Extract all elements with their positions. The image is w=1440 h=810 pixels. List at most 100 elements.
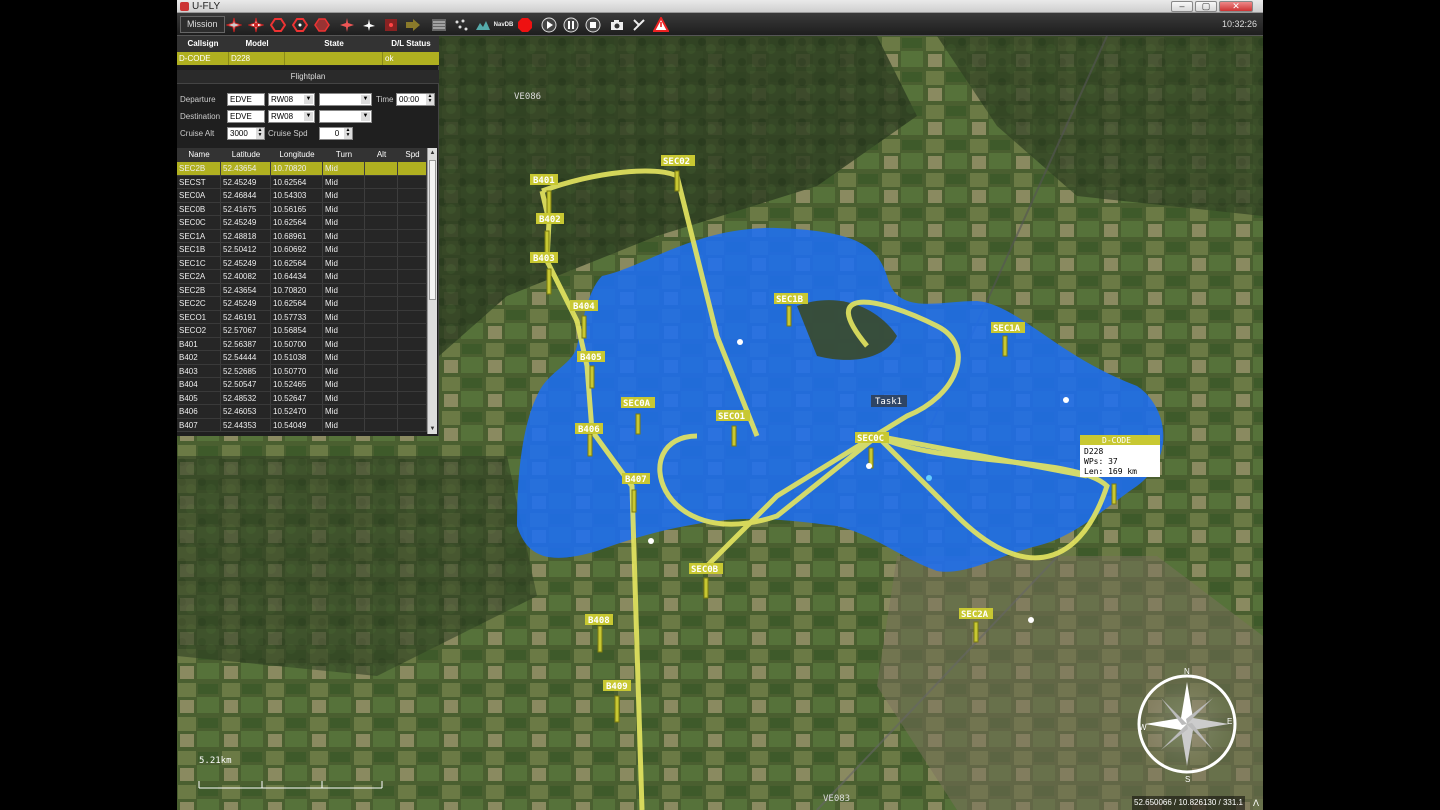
table-row[interactable]: SEC0C 52.45249 10.62564 Mid [177,216,427,230]
departure-runway-select[interactable]: RW08 ▼ [268,93,315,106]
wp-label-B404[interactable]: B404 [570,300,598,312]
tools-icon[interactable] [629,16,648,34]
col-state[interactable]: State [285,36,383,52]
table-row[interactable]: B402 52.54444 10.51038 Mid [177,351,427,365]
departure-extra-select[interactable]: ▼ [319,93,372,106]
table-cell: Mid [323,405,365,418]
col-model[interactable]: Model [229,36,285,52]
orbit-icon[interactable] [290,16,309,34]
time-input[interactable]: 00:00 ▲ ▼ [396,93,435,106]
wp-label-B401[interactable]: B401 [530,174,558,186]
scroll-down-icon[interactable]: ▼ [428,424,437,434]
table-row[interactable]: B404 52.50547 10.52465 Mid [177,378,427,392]
col-alt[interactable]: Alt [365,148,398,162]
wp-label-SEC0C[interactable]: SEC0C [855,432,889,444]
navdb-button[interactable]: NavDB [494,16,514,34]
cruise-spd-input[interactable]: 0 ▲ ▼ [319,127,353,140]
table-row[interactable]: SEC0B 52.41675 10.56165 Mid [177,202,427,216]
pattern-icon[interactable] [312,16,331,34]
table-row[interactable]: B407 52.44353 10.54049 Mid [177,418,427,432]
table-cell [365,283,398,296]
table-cell [398,216,427,229]
aircraft-red-icon[interactable] [337,16,356,34]
table-cell [365,256,398,269]
svg-text:B404: B404 [573,302,595,312]
wp-label-SECO1[interactable]: SECO1 [716,410,750,422]
table-row[interactable]: SECO2 52.57067 10.56854 Mid [177,324,427,338]
racetrack-icon[interactable] [268,16,287,34]
table-row[interactable]: SEC2A 52.40082 10.64434 Mid [177,270,427,284]
scatter-icon[interactable] [451,16,470,34]
table-row[interactable]: B405 52.48532 10.52647 Mid [177,391,427,405]
warning-icon[interactable] [651,16,670,34]
destination-input[interactable]: EDVE [227,110,265,123]
table-cell [398,229,427,242]
wp-label-B403[interactable]: B403 [530,252,558,264]
departure-input[interactable]: EDVE [227,93,265,106]
minimize-button[interactable]: – [1171,1,1193,12]
plane-icon[interactable] [359,16,378,34]
col-turn[interactable]: Turn [323,148,365,162]
wp-label-B406[interactable]: B406 [575,423,603,435]
table-row[interactable]: SEC0A 52.46844 10.54303 Mid [177,189,427,203]
terrain-icon[interactable] [473,16,492,34]
col-callsign[interactable]: Callsign [177,36,229,52]
stop-icon[interactable] [583,16,602,34]
record-point-icon[interactable] [381,16,400,34]
col-latitude[interactable]: Latitude [221,148,271,162]
spinner-icon[interactable]: ▲ ▼ [344,128,352,139]
vehicle-row[interactable]: D-CODE D228 ok [177,52,439,66]
table-row[interactable]: B403 52.52685 10.50770 Mid [177,364,427,378]
wp-label-B407[interactable]: B407 [622,473,650,485]
destination-extra-select[interactable]: ▼ [319,110,372,123]
wp-label-SEC0B[interactable]: SEC0B [689,563,723,575]
list-icon[interactable] [429,16,448,34]
table-row[interactable]: SEC1A 52.48818 10.68961 Mid [177,229,427,243]
play-icon[interactable] [539,16,558,34]
task-label[interactable]: Task1 [875,397,902,407]
aircraft-info-box[interactable]: D-CODE D228 WPs: 37 Len: 169 km [1080,435,1160,477]
wp-label-SEC1B[interactable]: SEC1B [774,293,808,305]
cruise-alt-input[interactable]: 3000 ▲ ▼ [227,127,265,140]
wp-label-SEC2A[interactable]: SEC2A [959,608,993,620]
spinner-icon[interactable]: ▲ ▼ [256,128,264,139]
scroll-up-icon[interactable]: ▲ [428,148,437,158]
expand-icon[interactable]: Λ [1253,796,1259,810]
col-spd[interactable]: Spd [398,148,427,162]
table-row[interactable]: SEC2C 52.45249 10.62564 Mid [177,297,427,311]
close-button[interactable]: ✕ [1219,1,1253,12]
wp-label-B402[interactable]: B402 [536,213,564,225]
camera-icon[interactable] [607,16,626,34]
aircraft-icon[interactable] [224,16,243,34]
stop-sign-icon[interactable] [515,16,534,34]
scroll-thumb[interactable] [429,160,436,300]
table-row[interactable]: SEC1C 52.45249 10.62564 Mid [177,256,427,270]
mission-menu[interactable]: Mission [180,16,225,33]
wp-label-B405[interactable]: B405 [577,351,605,363]
col-longitude[interactable]: Longitude [271,148,323,162]
table-cell: 52.45249 [221,256,271,269]
app-icon [180,2,189,11]
forward-icon[interactable] [403,16,422,34]
wp-label-SEC1A[interactable]: SEC1A [991,322,1025,334]
wp-label-SEC02[interactable]: SEC02 [661,155,695,167]
table-row[interactable]: SECST 52.45249 10.62564 Mid [177,175,427,189]
table-row[interactable]: SECO1 52.46191 10.57733 Mid [177,310,427,324]
table-row[interactable]: SEC1B 52.50412 10.60692 Mid [177,243,427,257]
col-name[interactable]: Name [177,148,221,162]
wp-label-SEC0A[interactable]: SEC0A [621,397,655,409]
table-cell [398,270,427,283]
pause-icon[interactable] [561,16,580,34]
destination-runway-select[interactable]: RW08 ▼ [268,110,315,123]
spinner-icon[interactable]: ▲ ▼ [426,94,434,105]
wp-label-B409[interactable]: B409 [603,680,631,692]
table-row[interactable]: SEC2B 52.43654 10.70820 Mid [177,283,427,297]
waypoint-add-icon[interactable] [246,16,265,34]
table-row[interactable]: B401 52.56387 10.50700 Mid [177,337,427,351]
waypoint-scrollbar[interactable]: ▲ ▼ [427,148,437,434]
table-row[interactable]: B406 52.46053 10.52470 Mid [177,405,427,419]
wp-label-B408[interactable]: B408 [585,614,613,626]
col-dl-status[interactable]: D/L Status [383,36,439,52]
maximize-button[interactable]: ▢ [1195,1,1217,12]
table-row[interactable]: SEC2B 52.43654 10.70820 Mid [177,162,427,176]
